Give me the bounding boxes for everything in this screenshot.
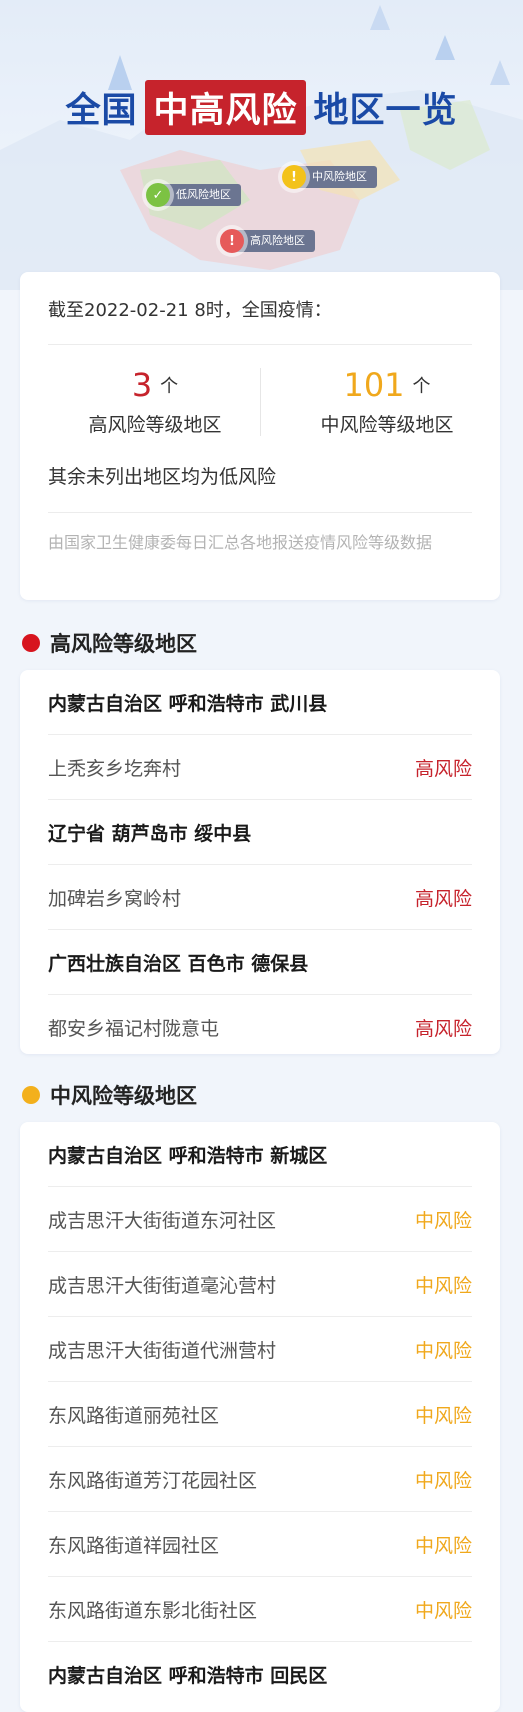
section-header-high: 高风险等级地区 [22, 628, 197, 658]
title-highlight: 中高风险 [145, 80, 306, 135]
place-name: 都安乡福记村陇意屯 [48, 1017, 220, 1040]
section-title-high: 高风险等级地区 [50, 632, 197, 656]
high-risk-list: 内蒙古自治区 呼和浩特市 武川县 上秃亥乡圪奔村 高风险 辽宁省 葫芦岛市 绥中… [20, 670, 500, 1054]
place-row[interactable]: 加碑岩乡窝岭村 高风险 [48, 865, 472, 930]
page-title: 全国 中高风险 地区一览 [0, 80, 523, 135]
section-header-mid: 中风险等级地区 [22, 1080, 197, 1110]
alert-icon: ! [220, 229, 244, 253]
place-row[interactable]: 东风路街道祥园社区 中风险 [48, 1512, 472, 1577]
place-row[interactable]: 都安乡福记村陇意屯 高风险 [48, 995, 472, 1059]
section-title-mid: 中风险等级地区 [50, 1084, 197, 1108]
divider [48, 344, 472, 345]
place-name: 加碑岩乡窝岭村 [48, 887, 182, 910]
stat-mid: 101 个 中风险等级地区 [282, 368, 492, 437]
risk-label: 中风险 [414, 1404, 472, 1427]
header-banner: 全国 中高风险 地区一览 ✓ 低风险地区 ! 中风险地区 ! 高风险地区 [0, 0, 523, 290]
stat-high: 3个 高风险等级地区 [50, 368, 260, 437]
region-name: 内蒙古自治区 呼和浩特市 武川县 [48, 692, 328, 715]
stat-separator [260, 368, 261, 436]
title-suffix: 地区一览 [313, 91, 458, 131]
legend-high: ! 高风险地区 [220, 229, 315, 253]
mid-unit: 个 [412, 376, 431, 397]
place-name: 东风路街道丽苑社区 [48, 1404, 220, 1427]
orange-dot-icon [22, 1086, 40, 1104]
place-name: 东风路街道祥园社区 [48, 1534, 220, 1557]
legend-mid-label: 中风险地区 [296, 166, 377, 188]
summary-card: 截至2022-02-21 8时，全国疫情： 3个 高风险等级地区 101 个 中风… [20, 272, 500, 600]
region-row: 内蒙古自治区 呼和浩特市 回民区 [48, 1642, 472, 1706]
high-caption: 高风险等级地区 [88, 414, 222, 436]
place-row[interactable]: 东风路街道芳汀花园社区 中风险 [48, 1447, 472, 1512]
high-count: 3 [131, 366, 153, 404]
region-row: 内蒙古自治区 呼和浩特市 新城区 [48, 1122, 472, 1187]
risk-label: 中风险 [414, 1534, 472, 1557]
legend-low: ✓ 低风险地区 [146, 183, 241, 207]
rest-note: 其余未列出地区均为低风险 [48, 466, 277, 488]
region-name: 辽宁省 葫芦岛市 绥中县 [48, 822, 252, 845]
risk-label: 高风险 [414, 1017, 472, 1040]
mid-risk-list: 内蒙古自治区 呼和浩特市 新城区 成吉思汗大街街道东河社区 中风险 成吉思汗大街… [20, 1122, 500, 1712]
high-unit: 个 [160, 376, 179, 397]
legend-mid: ! 中风险地区 [282, 165, 377, 189]
risk-label: 高风险 [414, 757, 472, 780]
risk-label: 中风险 [414, 1339, 472, 1362]
check-icon: ✓ [146, 183, 170, 207]
place-name: 成吉思汗大街街道毫沁营村 [48, 1274, 277, 1297]
region-name: 广西壮族自治区 百色市 德保县 [48, 952, 309, 975]
region-row: 辽宁省 葫芦岛市 绥中县 [48, 800, 472, 865]
legend-low-label: 低风险地区 [160, 184, 241, 206]
title-prefix: 全国 [65, 91, 138, 131]
mid-caption: 中风险等级地区 [320, 414, 454, 436]
risk-label: 中风险 [414, 1599, 472, 1622]
divider [48, 512, 472, 513]
place-row[interactable]: 成吉思汗大街街道东河社区 中风险 [48, 1187, 472, 1252]
red-dot-icon [22, 634, 40, 652]
place-row[interactable]: 东风路街道丽苑社区 中风险 [48, 1382, 472, 1447]
source-note: 由国家卫生健康委每日汇总各地报送疫情风险等级数据 [48, 533, 433, 552]
region-row: 内蒙古自治区 呼和浩特市 武川县 [48, 670, 472, 735]
place-row[interactable]: 成吉思汗大街街道毫沁营村 中风险 [48, 1252, 472, 1317]
risk-label: 中风险 [414, 1274, 472, 1297]
risk-label: 高风险 [414, 887, 472, 910]
place-name: 成吉思汗大街街道东河社区 [48, 1209, 277, 1232]
place-name: 东风路街道东影北街社区 [48, 1599, 258, 1622]
mid-count: 101 [343, 366, 405, 404]
place-row[interactable]: 成吉思汗大街街道代洲营村 中风险 [48, 1317, 472, 1382]
risk-label: 中风险 [414, 1469, 472, 1492]
place-name: 上秃亥乡圪奔村 [48, 757, 182, 780]
place-name: 成吉思汗大街街道代洲营村 [48, 1339, 277, 1362]
region-row: 广西壮族自治区 百色市 德保县 [48, 930, 472, 995]
risk-label: 中风险 [414, 1209, 472, 1232]
place-row[interactable]: 上秃亥乡圪奔村 高风险 [48, 735, 472, 800]
place-name: 东风路街道芳汀花园社区 [48, 1469, 258, 1492]
place-row[interactable]: 东风路街道东影北街社区 中风险 [48, 1577, 472, 1642]
summary-date: 截至2022-02-21 8时，全国疫情： [48, 300, 332, 321]
legend-high-label: 高风险地区 [234, 230, 315, 252]
region-name: 内蒙古自治区 呼和浩特市 回民区 [48, 1664, 328, 1687]
region-name: 内蒙古自治区 呼和浩特市 新城区 [48, 1144, 328, 1167]
exclamation-icon: ! [282, 165, 306, 189]
